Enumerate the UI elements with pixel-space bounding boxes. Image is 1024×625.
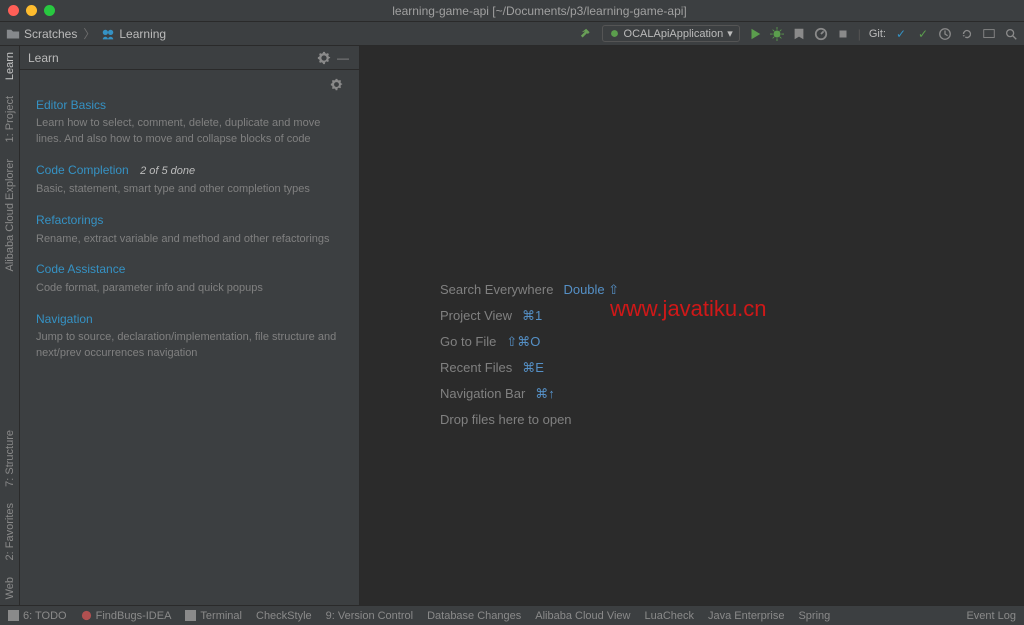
sidebar-tab-cloud-explorer[interactable]: Alibaba Cloud Explorer [4, 159, 16, 272]
mac-titlebar: learning-game-api [~/Documents/p3/learni… [0, 0, 1024, 22]
lesson-refactorings-desc: Rename, extract variable and method and … [36, 232, 343, 248]
hint-search-label: Search Everywhere [440, 282, 553, 298]
hint-recent-key: ⌘E [522, 360, 544, 376]
breadcrumb-separator: 〉 [81, 25, 97, 42]
hint-drop-label: Drop files here to open [440, 412, 572, 427]
hint-goto-key: ⇧⌘O [506, 334, 540, 350]
bottom-event-log[interactable]: Event Log [966, 610, 1016, 622]
coverage-button[interactable] [792, 27, 806, 41]
breadcrumb: Scratches 〉 Learning [6, 25, 166, 42]
learn-tool-window: Learn — Editor Basics Learn how to selec… [20, 46, 360, 605]
profiler-button[interactable] [814, 27, 828, 41]
minimize-button[interactable] [26, 5, 37, 16]
lesson-refactorings[interactable]: Refactorings [36, 212, 343, 229]
lesson-editor-basics-desc: Learn how to select, comment, delete, du… [36, 116, 343, 148]
lesson-code-assistance[interactable]: Code Assistance [36, 261, 343, 278]
git-revert-icon[interactable] [960, 27, 974, 41]
mac-window-controls [0, 5, 55, 16]
gear-icon[interactable] [330, 78, 343, 91]
window-title: learning-game-api [~/Documents/p3/learni… [55, 4, 1024, 18]
lesson-progress: 2 of 5 done [140, 165, 195, 177]
watermark-text: www.javatiku.cn [610, 296, 767, 322]
hint-goto-label: Go to File [440, 334, 496, 350]
lesson-editor-basics[interactable]: Editor Basics [36, 97, 343, 114]
group-icon [101, 28, 115, 40]
bottom-alibaba-cloud-view[interactable]: Alibaba Cloud View [535, 610, 630, 622]
bottom-todo[interactable]: 6: TODO [8, 610, 67, 622]
bottom-tool-bar: 6: TODO FindBugs-IDEA Terminal CheckStyl… [0, 605, 1024, 625]
hint-project-key: ⌘1 [522, 308, 542, 324]
main-toolbar: Scratches 〉 Learning OCALApiApplication … [0, 22, 1024, 46]
lesson-code-completion[interactable]: Code Completion 2 of 5 done [36, 162, 343, 180]
lesson-navigation[interactable]: Navigation [36, 311, 343, 328]
hint-recent-label: Recent Files [440, 360, 512, 376]
bottom-java-enterprise[interactable]: Java Enterprise [708, 610, 784, 622]
git-update-icon[interactable]: ✓ [894, 27, 908, 41]
sidebar-tab-project[interactable]: 1: Project [4, 96, 16, 142]
hint-project-label: Project View [440, 308, 512, 324]
lesson-code-completion-desc: Basic, statement, smart type and other c… [36, 182, 343, 198]
sidebar-tab-favorites[interactable]: 2: Favorites [4, 503, 16, 560]
learn-header: Learn — [20, 46, 359, 70]
run-button[interactable] [748, 27, 762, 41]
editor-hints: Search EverywhereDouble ⇧ Project View⌘1… [440, 282, 619, 437]
ide-icon[interactable] [982, 27, 996, 41]
debug-button[interactable] [770, 27, 784, 41]
bottom-checkstyle[interactable]: CheckStyle [256, 610, 312, 622]
git-commit-icon[interactable]: ✓ [916, 27, 930, 41]
fullscreen-button[interactable] [44, 5, 55, 16]
hint-navbar-label: Navigation Bar [440, 386, 525, 402]
search-icon[interactable] [1004, 27, 1018, 41]
learn-body: Editor Basics Learn how to select, comme… [20, 70, 359, 386]
build-icon[interactable] [580, 27, 594, 41]
minimize-panel-icon[interactable]: — [337, 51, 351, 65]
run-config-selector[interactable]: OCALApiApplication ▾ [602, 25, 740, 42]
lesson-navigation-desc: Jump to source, declaration/implementati… [36, 330, 343, 362]
git-label: Git: [869, 28, 886, 40]
bottom-luacheck[interactable]: LuaCheck [644, 610, 694, 622]
learn-header-title: Learn [28, 51, 59, 65]
bottom-db-changes[interactable]: Database Changes [427, 610, 521, 622]
bottom-findbugs[interactable]: FindBugs-IDEA [81, 610, 172, 622]
left-tool-strip: Learn 1: Project Alibaba Cloud Explorer … [0, 46, 20, 605]
bottom-terminal[interactable]: Terminal [185, 610, 242, 622]
gear-icon[interactable] [317, 51, 331, 65]
run-config-label: OCALApiApplication [624, 28, 724, 40]
sidebar-tab-structure[interactable]: 7: Structure [4, 430, 16, 487]
git-history-icon[interactable] [938, 27, 952, 41]
sidebar-tab-learn[interactable]: Learn [4, 52, 16, 80]
editor-empty-area[interactable]: Search EverywhereDouble ⇧ Project View⌘1… [360, 46, 1024, 605]
close-button[interactable] [8, 5, 19, 16]
bottom-spring[interactable]: Spring [798, 610, 830, 622]
hint-navbar-key: ⌘↑ [535, 386, 555, 402]
lesson-code-assistance-desc: Code format, parameter info and quick po… [36, 281, 343, 297]
breadcrumb-scratches[interactable]: Scratches [24, 27, 77, 41]
sidebar-tab-web[interactable]: Web [4, 577, 16, 599]
stop-button[interactable] [836, 27, 850, 41]
bottom-version-control[interactable]: 9: Version Control [326, 610, 413, 622]
chevron-down-icon: ▾ [727, 27, 733, 40]
folder-icon [6, 28, 20, 40]
toolbar-right: OCALApiApplication ▾ | Git: ✓ ✓ [580, 25, 1018, 42]
breadcrumb-learning[interactable]: Learning [119, 27, 166, 41]
